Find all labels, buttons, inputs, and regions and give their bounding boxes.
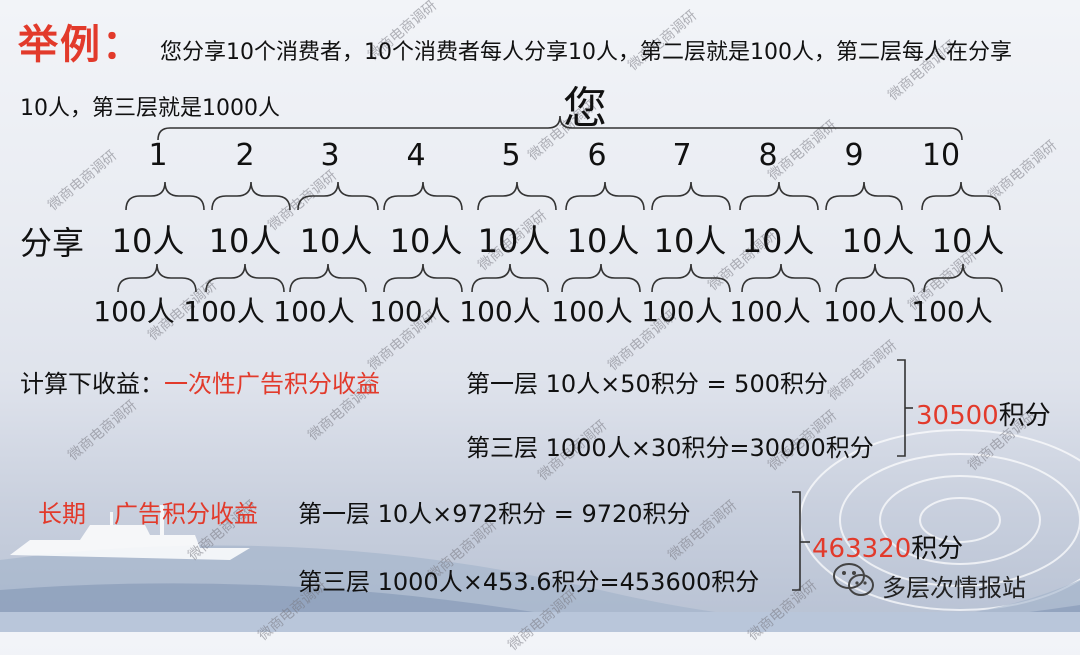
wechat-icon xyxy=(833,563,874,596)
level3-node: 100人 xyxy=(551,295,633,328)
long-term-row-1: 第一层 10人×972积分 = 9720积分 xyxy=(298,500,691,528)
level1-number: 6 xyxy=(587,138,607,173)
level2-node: 10人 xyxy=(299,222,373,260)
brace xyxy=(923,263,1003,293)
share-label: 分享 xyxy=(20,224,85,262)
level1-number: 8 xyxy=(758,138,778,173)
brace xyxy=(565,181,645,211)
level3-node: 100人 xyxy=(823,295,905,328)
calc-label: 计算下收益：一次性广告积分收益 xyxy=(20,364,380,399)
level1-number: 9 xyxy=(844,138,864,173)
long-term-row-3: 第三层 1000人×453.6积分=453600积分 xyxy=(298,568,760,596)
level3-node: 100人 xyxy=(273,295,355,328)
long-term-bracket xyxy=(792,491,810,591)
brace xyxy=(157,115,963,141)
brace xyxy=(471,263,549,293)
level2-node: 10人 xyxy=(111,222,185,260)
brace xyxy=(921,181,1001,211)
level1-number: 5 xyxy=(501,138,521,173)
calc-label-text: 计算下收益： xyxy=(20,370,164,398)
long-term-title-b: 广告积分收益 xyxy=(114,500,258,528)
brace xyxy=(211,181,291,211)
level2-node: 10人 xyxy=(931,222,1005,260)
level1-number: 4 xyxy=(406,138,426,173)
one-time-row-3: 第三层 1000人×30积分=30000积分 xyxy=(466,434,874,462)
level2-node: 10人 xyxy=(208,222,282,260)
brace xyxy=(205,263,285,293)
brace xyxy=(383,181,463,211)
level2-node: 10人 xyxy=(653,222,727,260)
one-time-row-1: 第一层 10人×50积分 = 500积分 xyxy=(466,370,828,398)
level1-number: 3 xyxy=(320,138,340,173)
brace xyxy=(477,181,557,211)
level1-number: 10 xyxy=(921,138,961,173)
level1-number: 1 xyxy=(148,138,168,173)
brace xyxy=(741,263,821,293)
level2-node: 10人 xyxy=(566,222,640,260)
brace xyxy=(289,263,367,293)
brace xyxy=(117,263,197,293)
level2-node: 10人 xyxy=(477,222,551,260)
account-credit: 多层次情报站 xyxy=(882,574,1026,602)
level2-node: 10人 xyxy=(841,222,915,260)
brace xyxy=(297,181,379,211)
one-time-total-number: 30500 xyxy=(916,401,999,431)
level3-node: 100人 xyxy=(459,295,541,328)
brace xyxy=(561,263,641,293)
brace xyxy=(835,263,915,293)
brace xyxy=(651,263,731,293)
level1-number: 7 xyxy=(672,138,692,173)
one-time-total: 30500积分 xyxy=(916,395,1051,432)
long-term-title: 长期 广告积分收益 xyxy=(38,494,258,529)
level1-number: 2 xyxy=(235,138,255,173)
long-term-title-a: 长期 xyxy=(38,500,86,528)
level2-node: 10人 xyxy=(389,222,463,260)
brace xyxy=(383,263,463,293)
level2-node: 10人 xyxy=(741,222,815,260)
one-time-title: 一次性广告积分收益 xyxy=(164,370,380,398)
brace xyxy=(739,181,819,211)
level3-node: 100人 xyxy=(93,295,175,328)
brace xyxy=(651,181,731,211)
brace xyxy=(125,181,205,211)
long-term-total-unit: 积分 xyxy=(911,534,964,564)
one-time-bracket xyxy=(897,359,913,457)
level3-node: 100人 xyxy=(183,295,265,328)
level3-node: 100人 xyxy=(641,295,723,328)
level3-node: 100人 xyxy=(911,295,993,328)
level3-node: 100人 xyxy=(369,295,451,328)
one-time-total-unit: 积分 xyxy=(998,401,1051,431)
level3-node: 100人 xyxy=(729,295,811,328)
brace xyxy=(825,181,903,211)
